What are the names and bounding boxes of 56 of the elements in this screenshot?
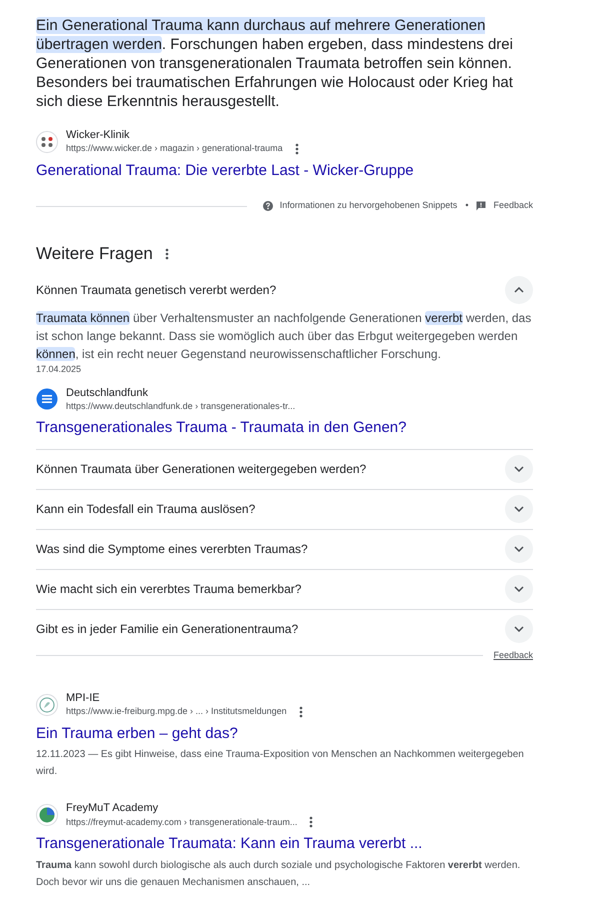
chevron-down-icon <box>514 546 524 552</box>
site-url: https://freymut-academy.com › transgenerationale-traum... <box>66 816 298 828</box>
chevron-down-icon <box>514 586 524 592</box>
more-icon[interactable] <box>298 706 303 718</box>
site-url: https://www.deutschlandfunk.de › transgenerationales-tr... <box>66 400 296 412</box>
question-row[interactable]: Gibt es in jeder Familie ein Generationentrauma? <box>36 610 533 648</box>
question-row[interactable]: Können Traumata genetisch vererbt werden? <box>36 270 533 310</box>
question-text[interactable]: Gibt es in jeder Familie ein Generationentrauma? <box>36 620 298 638</box>
round-logo-icon <box>36 804 58 826</box>
feedback-link[interactable]: Feedback <box>493 199 533 213</box>
document-logo-icon <box>36 388 58 410</box>
more-icon[interactable] <box>294 142 299 155</box>
featured-snippet-text: Ein Generational Trauma kann durchaus auf mehrere Generationen übertragen werden. Forschungen haben ergeben, dass mindestens drei Generationen von transgenerationalen Traumata betroffen sein können. Besonders bei traumatischen Erfahrungen wie Holocaust oder Krieg hat sich diese Erkenntnis herausgestellt. <box>36 16 514 111</box>
snippet-info-link[interactable]: Informationen zu hervorgehobenen Snippets <box>280 199 458 213</box>
question-text[interactable]: Wie macht sich ein vererbtes Trauma bemerkbar? <box>36 580 302 598</box>
question-row[interactable]: Können Traumata über Generationen weitergegeben werden? <box>36 450 533 488</box>
result-title-link[interactable]: Ein Trauma erben – geht das? <box>36 724 533 744</box>
expand-button[interactable] <box>505 495 533 523</box>
chevron-down-icon <box>514 626 524 632</box>
question-row[interactable]: Wie macht sich ein vererbtes Trauma bemerkbar? <box>36 570 533 608</box>
expand-button[interactable] <box>505 535 533 563</box>
site-name: FreyMuT Academy <box>66 802 160 816</box>
question-text[interactable]: Kann ein Todesfall ein Trauma auslösen? <box>36 500 256 518</box>
result-snippet: 12.11.2023 — Es gibt Hinweise, dass eine Trauma-Exposition von Menschen an Nachkommen weitergegeben wird. <box>36 748 525 780</box>
seal-logo-icon <box>36 694 58 716</box>
feedback-icon <box>476 201 486 212</box>
expand-button[interactable] <box>505 575 533 603</box>
feedback-link[interactable]: Feedback <box>493 648 533 662</box>
question-text[interactable]: Was sind die Symptome eines vererbten Traumas? <box>36 540 308 558</box>
site-name: Deutschlandfunk <box>66 386 149 401</box>
site-url: https://www.ie-freiburg.mpg.de › ... › Institutsmeldungen <box>66 706 287 718</box>
question-text[interactable]: Können Traumata über Generationen weitergegeben werden? <box>36 460 366 478</box>
expand-button[interactable] <box>505 615 533 643</box>
separator-dot: • <box>465 199 468 212</box>
result-title-link[interactable]: Generational Trauma: Die vererbte Last - Wicker-Gruppe <box>36 160 533 182</box>
question-text[interactable]: Können Traumata genetisch vererbt werden? <box>36 280 276 299</box>
result-snippet: Trauma kann sowohl durch biologische als auch durch soziale und psychologische Faktoren vererbt werden. Doch bevor wir uns die genauen Mechanismen anschauen, ... <box>36 858 522 890</box>
section-heading: Weitere Fragen <box>36 242 153 265</box>
site-url: https://www.wicker.de › magazin › generational-trauma <box>66 143 283 154</box>
result-title-link[interactable]: Transgenerationale Traumata: Kann ein Trauma vererbt ... <box>36 834 533 855</box>
chevron-down-icon <box>514 506 524 512</box>
chevron-up-icon <box>514 286 524 293</box>
question-row[interactable]: Kann ein Todesfall ein Trauma auslösen? <box>36 490 533 528</box>
answer-text: Traumata können über Verhaltensmuster an nachfolgende Generationen vererbt werden, das ist schon lange bekannt. Dass sie womöglich auch über das Erbgut weitergegeben werden können, ist ein recht neuer Gegenstand neurowissenschaftlicher Forschung. <box>36 310 532 364</box>
dots-logo-icon <box>36 130 58 153</box>
question-row[interactable]: Was sind die Symptome eines vererbten Traumas? <box>36 530 533 568</box>
chevron-down-icon <box>514 466 524 472</box>
site-name: Wicker-Klinik <box>66 129 131 143</box>
help-icon <box>262 201 273 212</box>
collapse-button[interactable] <box>505 276 533 304</box>
answer-date: 17.04.2025 <box>36 363 82 376</box>
more-icon[interactable] <box>164 248 169 260</box>
result-title-link[interactable]: Transgenerationales Trauma - Traumata in den Genen? <box>36 418 533 438</box>
more-icon[interactable] <box>309 816 314 828</box>
site-name: MPI-IE <box>66 692 101 706</box>
expand-button[interactable] <box>505 455 533 483</box>
